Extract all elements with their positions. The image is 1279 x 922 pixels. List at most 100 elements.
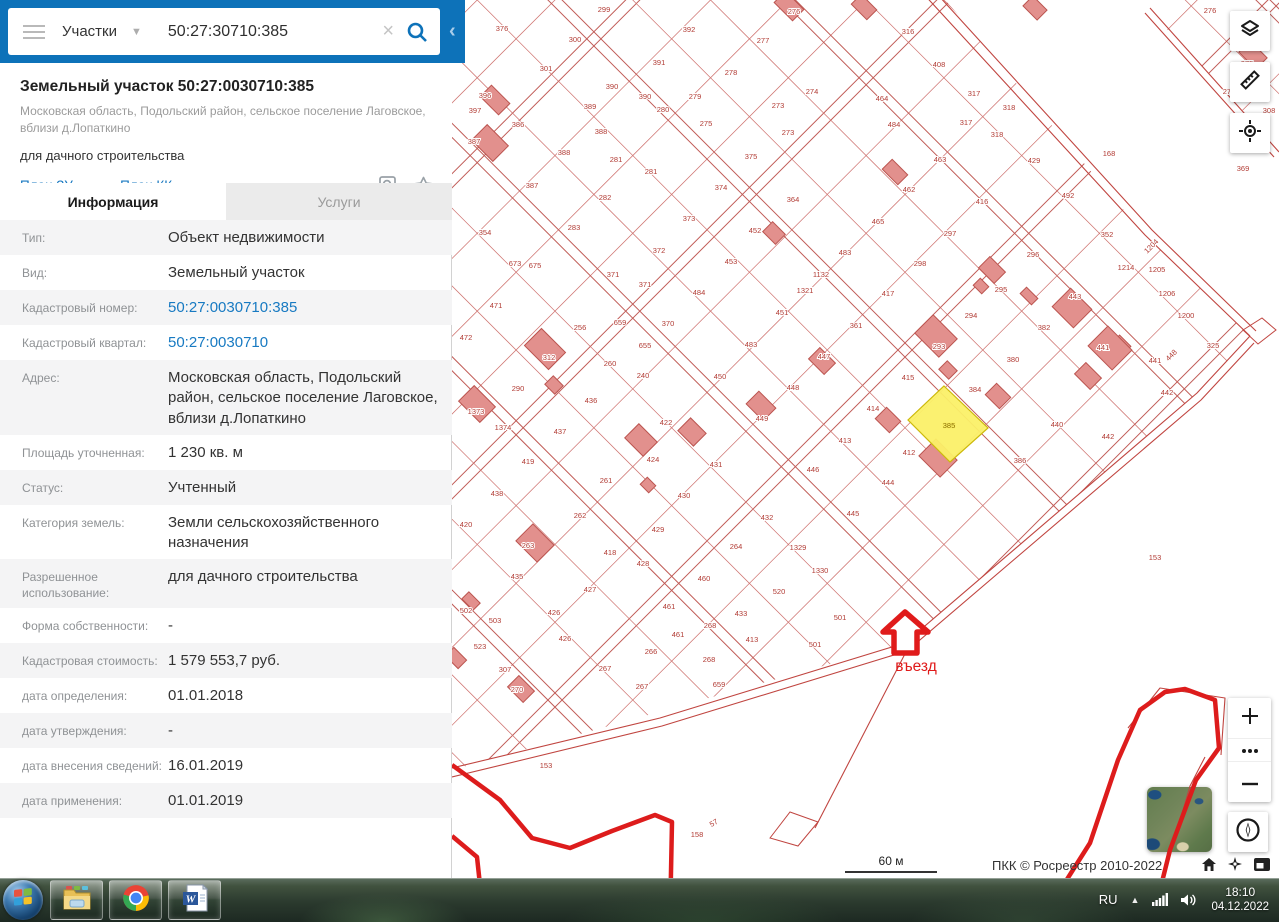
- svg-text:416: 416: [976, 197, 989, 206]
- svg-text:437: 437: [554, 427, 567, 436]
- svg-text:352: 352: [1101, 230, 1114, 239]
- table-row: Кадастровый квартал: 50:27:0030710: [0, 325, 452, 360]
- row-value-link[interactable]: 50:27:0030710:385: [168, 298, 440, 319]
- svg-text:414: 414: [867, 404, 880, 413]
- svg-text:413: 413: [746, 635, 759, 644]
- svg-text:433: 433: [735, 609, 748, 618]
- search-input[interactable]: 50:27:30710:385: [168, 23, 382, 41]
- table-row: Площадь уточненная: 1 230 кв. м: [0, 435, 452, 470]
- svg-text:371: 371: [639, 280, 652, 289]
- svg-text:472: 472: [460, 333, 473, 342]
- row-value-link[interactable]: 50:27:0030710: [168, 333, 440, 354]
- svg-text:492: 492: [1062, 191, 1075, 200]
- svg-text:387: 387: [526, 181, 539, 190]
- svg-text:471: 471: [490, 301, 503, 310]
- svg-text:461: 461: [672, 630, 685, 639]
- explorer-taskbar-button[interactable]: [50, 880, 103, 920]
- word-icon: W: [182, 883, 208, 917]
- svg-text:300: 300: [569, 35, 582, 44]
- clock[interactable]: 18:10 04.12.2022: [1211, 884, 1269, 916]
- crosshair-icon: [1239, 119, 1261, 147]
- minus-icon: [1241, 773, 1259, 791]
- ruler-button[interactable]: [1230, 62, 1270, 102]
- svg-text:444: 444: [882, 478, 895, 487]
- fullscreen-icon[interactable]: [1254, 857, 1270, 871]
- date: 04.12.2022: [1211, 901, 1269, 914]
- home-icon[interactable]: [1202, 857, 1216, 871]
- show-hidden-icons[interactable]: ▲: [1131, 895, 1140, 905]
- row-value: Земли сельскохозяйственного назначения: [168, 513, 380, 551]
- row-value: 01.01.2018: [168, 686, 244, 704]
- zoom-in-button[interactable]: [1228, 698, 1271, 738]
- svg-text:282: 282: [599, 193, 612, 202]
- locate-button[interactable]: [1230, 113, 1270, 153]
- layers-icon: [1239, 18, 1261, 45]
- svg-text:361: 361: [850, 321, 863, 330]
- svg-text:502: 502: [460, 606, 473, 615]
- svg-text:386: 386: [1014, 456, 1027, 465]
- svg-text:452: 452: [749, 226, 762, 235]
- svg-text:297: 297: [944, 229, 957, 238]
- layers-button[interactable]: [1230, 11, 1270, 51]
- compass-button[interactable]: [1228, 812, 1268, 852]
- svg-text:312: 312: [543, 353, 556, 362]
- volume-icon[interactable]: [1181, 893, 1198, 907]
- svg-text:417: 417: [882, 289, 895, 298]
- svg-text:441: 441: [1149, 356, 1162, 365]
- svg-text:267: 267: [599, 664, 612, 673]
- svg-text:364: 364: [787, 195, 800, 204]
- zoom-levels-button[interactable]: [1228, 738, 1271, 762]
- search-category-dropdown[interactable]: Участки: [62, 23, 117, 40]
- chevron-down-icon[interactable]: ▼: [131, 26, 142, 38]
- svg-text:520: 520: [773, 587, 786, 596]
- svg-text:318: 318: [991, 130, 1004, 139]
- svg-text:279: 279: [689, 92, 702, 101]
- row-label: дата применения:: [22, 793, 123, 808]
- svg-text:387: 387: [468, 137, 481, 146]
- svg-text:390: 390: [639, 92, 652, 101]
- svg-text:415: 415: [902, 373, 915, 382]
- collapse-panel-button[interactable]: ‹: [449, 18, 463, 44]
- svg-text:1321: 1321: [797, 286, 814, 295]
- row-label: Разрешенное использование:: [22, 570, 110, 601]
- search-button[interactable]: [406, 21, 428, 43]
- network-icon[interactable]: [1152, 893, 1169, 907]
- tab-information[interactable]: Информация: [0, 183, 226, 220]
- svg-text:429: 429: [1028, 156, 1041, 165]
- svg-text:436: 436: [585, 396, 598, 405]
- row-value: Учтенный: [168, 478, 237, 496]
- table-row: Кадастровый номер: 50:27:0030710:385: [0, 290, 452, 325]
- svg-text:1205: 1205: [1149, 265, 1166, 274]
- svg-text:442: 442: [1161, 388, 1174, 397]
- language-indicator[interactable]: RU: [1099, 892, 1118, 907]
- clear-search-icon[interactable]: ×: [382, 20, 394, 43]
- start-button[interactable]: [3, 880, 43, 920]
- row-value: Земельный участок: [168, 264, 305, 281]
- svg-text:413: 413: [839, 436, 852, 445]
- svg-text:464: 464: [876, 94, 889, 103]
- svg-text:262: 262: [574, 511, 587, 520]
- position-icon[interactable]: [1228, 857, 1242, 871]
- word-taskbar-button[interactable]: W: [168, 880, 221, 920]
- scale-label: 60 м: [878, 854, 904, 868]
- row-label: дата утверждения:: [22, 723, 127, 738]
- zoom-out-button[interactable]: [1228, 762, 1271, 802]
- minimap-satellite-thumbnail[interactable]: [1147, 787, 1212, 852]
- svg-text:375: 375: [745, 152, 758, 161]
- chrome-taskbar-button[interactable]: [109, 880, 162, 920]
- object-address-subtitle: Московская область, Подольский район, се…: [20, 104, 426, 135]
- svg-text:317: 317: [968, 89, 981, 98]
- svg-text:501: 501: [834, 613, 847, 622]
- table-row: дата утверждения: -: [0, 712, 452, 748]
- svg-text:153: 153: [1149, 553, 1162, 562]
- svg-text:168: 168: [1103, 149, 1116, 158]
- svg-text:483: 483: [839, 248, 852, 257]
- svg-text:447: 447: [818, 352, 831, 361]
- svg-text:461: 461: [663, 602, 676, 611]
- row-value: Объект недвижимости: [168, 229, 325, 246]
- menu-icon[interactable]: [23, 21, 45, 43]
- svg-text:445: 445: [847, 509, 860, 518]
- cadastral-map[interactable]: 376 300 299 301 392 391 390 390 389 388 388 281 281 3…: [452, 0, 1279, 878]
- tab-services[interactable]: Услуги: [226, 183, 452, 220]
- compass-icon: [1235, 817, 1261, 848]
